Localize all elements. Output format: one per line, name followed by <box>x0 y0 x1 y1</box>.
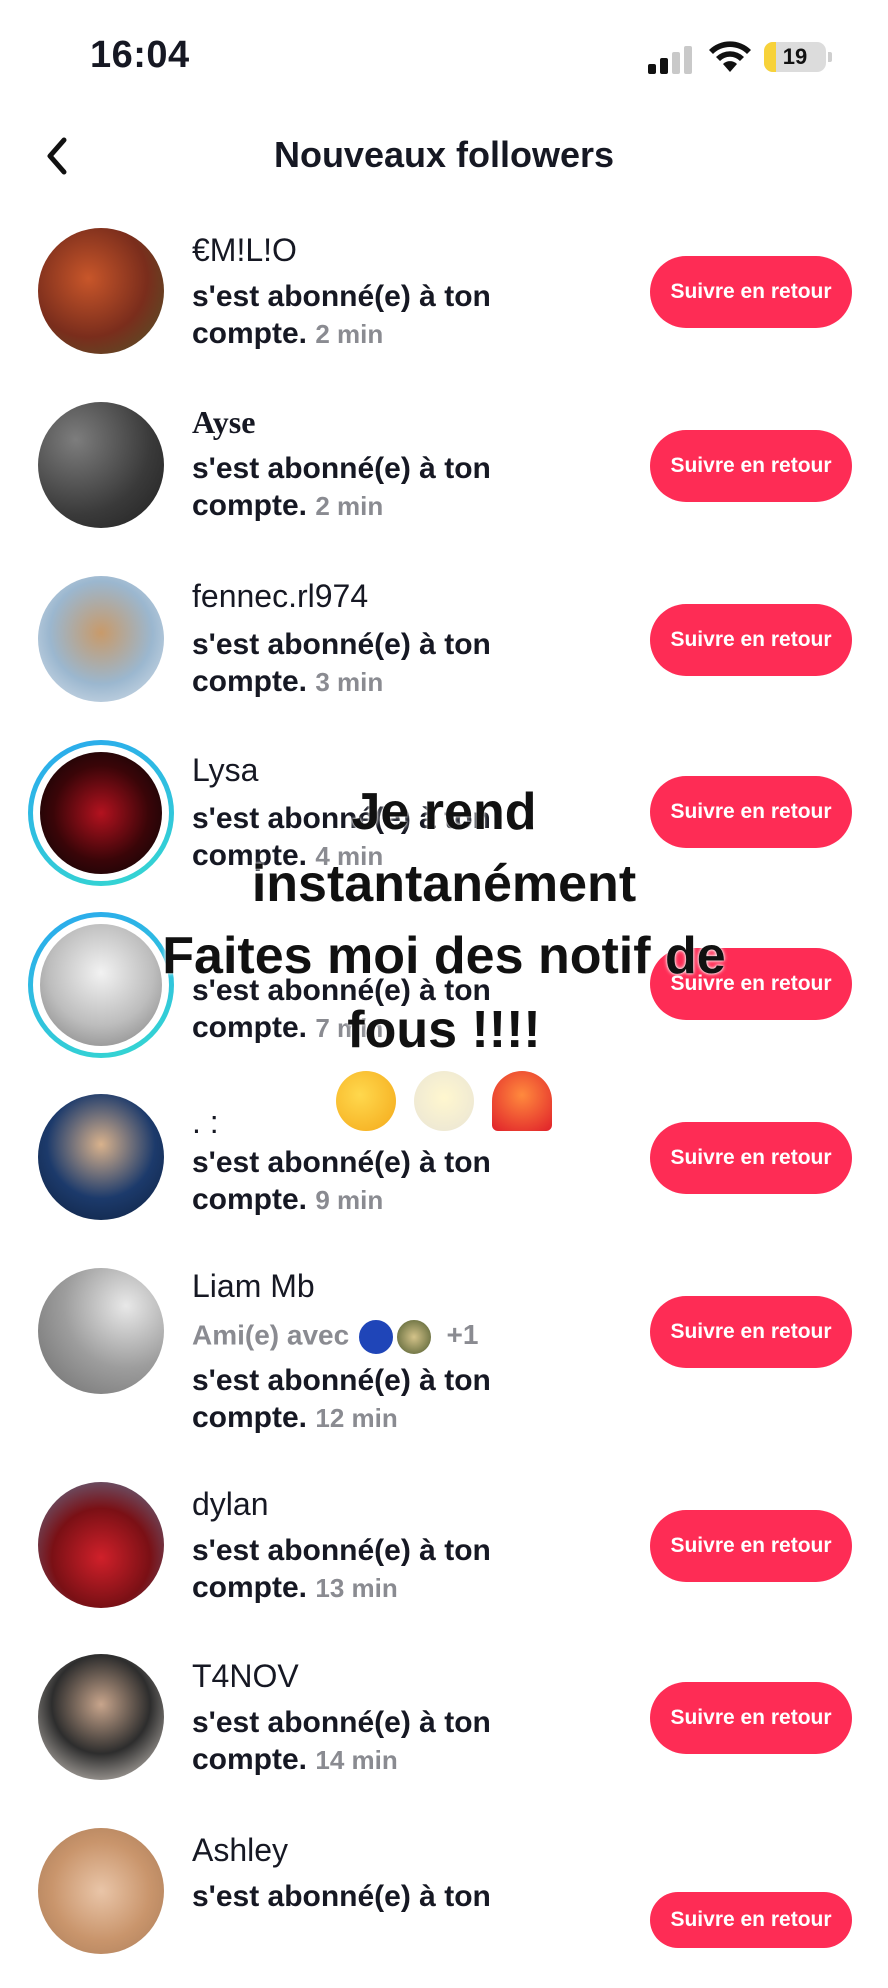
battery-icon: 19 <box>764 42 826 72</box>
avatar-story-ring[interactable] <box>28 912 174 1058</box>
time-ago: 2 min <box>315 319 384 349</box>
notification-text: s'est abonné(e) à ton compte. 2 min <box>192 452 491 522</box>
avatar[interactable] <box>38 1654 164 1780</box>
nav-bar: Nouveaux followers <box>0 120 888 192</box>
notification-text: s'est abonné(e) à ton compte. 12 min <box>192 1364 491 1434</box>
username[interactable]: dylan <box>192 1486 269 1523</box>
list-item[interactable]: Ashley s'est abonné(e) à ton Suivre en r… <box>0 1828 888 1988</box>
notification-text: s'est abonné(e) à ton compte. 4 min <box>192 802 491 872</box>
username[interactable]: Ashley <box>192 1832 288 1869</box>
time-ago: 2 min <box>315 491 384 521</box>
friend-avatar <box>356 1318 395 1356</box>
status-time: 16:04 <box>90 34 190 76</box>
follow-back-button[interactable]: Suivre en retour <box>650 1510 852 1582</box>
username[interactable]: T4NOV <box>192 1658 299 1695</box>
list-item[interactable]: s'est abonné(e) à ton compte. 7 min Suiv… <box>0 912 888 1072</box>
list-item[interactable]: Ayse s'est abonné(e) à ton compte. 2 min… <box>0 402 888 562</box>
list-item[interactable]: €M!L!O s'est abonné(e) à ton compte. 2 m… <box>0 228 888 388</box>
follow-back-button[interactable]: Suivre en retour <box>650 1296 852 1368</box>
time-ago: 9 min <box>315 1185 384 1215</box>
avatar[interactable] <box>38 402 164 528</box>
username[interactable]: Liam Mb <box>192 1268 315 1305</box>
mutual-friends: Ami(e) avec +1 <box>192 1318 478 1356</box>
battery-level: 19 <box>782 44 808 69</box>
follow-back-button[interactable]: Suivre en retour <box>650 430 852 502</box>
time-ago: 14 min <box>315 1745 398 1775</box>
status-bar: 16:04 19 <box>0 0 888 120</box>
time-ago: 4 min <box>315 841 384 871</box>
username[interactable]: €M!L!O <box>192 232 297 269</box>
avatar[interactable] <box>38 576 164 702</box>
notification-text: s'est abonné(e) à ton compte. 9 min <box>192 1146 491 1216</box>
follow-back-button[interactable]: Suivre en retour <box>650 256 852 328</box>
follow-back-button[interactable]: Suivre en retour <box>650 1682 852 1754</box>
notification-text: s'est abonné(e) à ton compte. 7 min <box>192 974 491 1044</box>
list-item[interactable]: fennec.rl974 s'est abonné(e) à ton compt… <box>0 574 888 734</box>
notification-text: s'est abonné(e) à ton <box>192 1880 491 1913</box>
time-ago: 12 min <box>315 1403 398 1433</box>
list-item[interactable]: T4NOV s'est abonné(e) à ton compte. 14 m… <box>0 1654 888 1814</box>
time-ago: 7 min <box>315 1013 384 1043</box>
cellular-signal-icon <box>648 44 694 74</box>
friend-avatar <box>394 1318 433 1356</box>
page-title: Nouveaux followers <box>273 134 615 175</box>
time-ago: 13 min <box>315 1573 398 1603</box>
list-item[interactable]: dylan s'est abonné(e) à ton compte. 13 m… <box>0 1482 888 1642</box>
follow-back-button[interactable]: Suivre en retour <box>650 776 852 848</box>
time-ago: 3 min <box>315 667 384 697</box>
list-item[interactable]: . : s'est abonné(e) à ton compte. 9 min … <box>0 1094 888 1254</box>
notification-text: s'est abonné(e) à ton compte. 14 min <box>192 1706 491 1776</box>
list-item[interactable]: Liam Mb Ami(e) avec +1 s'est abonné(e) à… <box>0 1268 888 1434</box>
follow-back-button[interactable]: Suivre en retour <box>650 1892 852 1948</box>
follow-back-button[interactable]: Suivre en retour <box>650 948 852 1020</box>
username[interactable]: Lysa <box>192 752 258 789</box>
username[interactable]: fennec.rl974 <box>192 578 368 615</box>
follow-back-button[interactable]: Suivre en retour <box>650 604 852 676</box>
avatar[interactable] <box>38 1268 164 1394</box>
username[interactable]: Ayse <box>192 404 255 441</box>
notification-text: s'est abonné(e) à ton compte. 2 min <box>192 280 491 350</box>
list-item[interactable]: Lysa s'est abonné(e) à ton compte. 4 min… <box>0 740 888 900</box>
wifi-icon <box>709 41 751 72</box>
avatar-story-ring[interactable] <box>28 740 174 886</box>
avatar[interactable] <box>38 1094 164 1220</box>
follow-back-button[interactable]: Suivre en retour <box>650 1122 852 1194</box>
notification-text: s'est abonné(e) à ton compte. 3 min <box>192 628 491 698</box>
username[interactable]: . : <box>192 1104 219 1141</box>
avatar[interactable] <box>38 1828 164 1954</box>
notification-text: s'est abonné(e) à ton compte. 13 min <box>192 1534 491 1604</box>
avatar[interactable] <box>38 228 164 354</box>
avatar[interactable] <box>38 1482 164 1608</box>
